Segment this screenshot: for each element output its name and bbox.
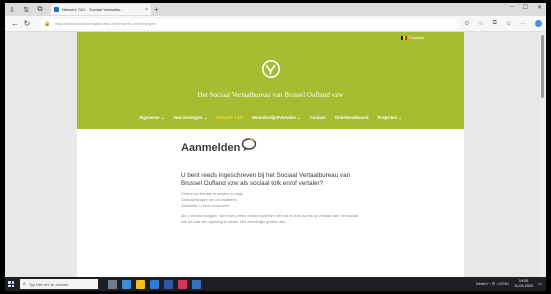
favicon-icon [54, 7, 59, 12]
site-logo-icon[interactable] [261, 59, 281, 79]
website: Français Het Sociaal Vertaalbureau van B… [77, 32, 464, 277]
clock-date: 11-03-2020 [514, 283, 534, 288]
page-scrollbar[interactable] [539, 32, 546, 277]
taskbar-search[interactable]: ⌕ Typ hier om te zoeken [20, 279, 98, 289]
refresh-button[interactable]: ↻ [21, 19, 33, 28]
back-button[interactable]: ← [9, 19, 21, 28]
favorites-icon[interactable]: ✩ [506, 20, 511, 27]
tray-status[interactable]: Nederl ^ ⊡ ◁ ENG [476, 281, 509, 286]
edge-browser-icon[interactable] [122, 279, 131, 289]
favorite-star-icon[interactable]: ☆ [478, 20, 483, 27]
site-header: Français Het Sociaal Vertaalbureau van B… [77, 32, 464, 129]
new-tab-button[interactable]: + [154, 5, 159, 14]
store-icon[interactable] [150, 279, 159, 289]
start-button[interactable] [5, 281, 17, 287]
instruction-line: Voorbeeld: U bent vrouw verbi [181, 204, 230, 209]
file-explorer-icon[interactable] [136, 279, 145, 289]
nav-algemeen[interactable]: Algemeen ⌄ [139, 115, 164, 121]
profile-icon[interactable] [535, 20, 542, 27]
browser-tab[interactable]: Netwerk T&V - Sociaal Vertaalbu... × [51, 4, 151, 15]
collections-icon[interactable]: ⧉ [493, 20, 497, 27]
scrollbar-thumb[interactable] [541, 35, 544, 98]
search-placeholder: Typ hier om te zoeken [28, 281, 69, 287]
nav-netwerk-tv[interactable]: Netwerk T&V [216, 115, 243, 121]
search-icon: ⌕ [23, 281, 26, 287]
windows-taskbar: ⌕ Typ hier om te zoeken Nederl ^ ⊡ ◁ ENG… [5, 277, 546, 291]
notification-icon[interactable]: ▭ [538, 281, 542, 286]
maximize-button[interactable]: ☐ [523, 4, 528, 11]
windows-logo-icon [8, 281, 14, 287]
url-field[interactable]: 🔒 https://www.socialvertaalbureau.be/net… [39, 18, 459, 29]
browser-toolbar-icons: ⊙ ☆ ⧉ ✩ ··· [464, 20, 542, 27]
belgium-flag-icon [400, 35, 407, 40]
speech-bubble-icon [242, 138, 257, 151]
language-switch[interactable]: Français [400, 35, 424, 40]
url-text: https://www.socialvertaalbureau.be/netwe… [54, 21, 157, 26]
close-window-button[interactable]: ✕ [537, 4, 542, 11]
nav-contact[interactable]: Contact [310, 115, 326, 121]
screen: ⇩ ⇅ ⧉ Netwerk T&V - Sociaal Vertaalbu...… [5, 3, 546, 291]
main-navigation: Algemeen ⌄ Voorzieningen ⌄ Netwerk T&V W… [77, 115, 464, 121]
minimize-button[interactable]: – [510, 4, 513, 11]
aanmelden-logo: Aanmelden [181, 136, 361, 160]
read-aloud-icon[interactable]: ⊙ [464, 20, 469, 27]
nav-onbekendwoord[interactable]: Onbekendwoord [335, 115, 369, 121]
window-controls: – ☐ ✕ [510, 4, 542, 11]
page-viewport: Français Het Sociaal Vertaalbureau van B… [5, 32, 546, 277]
mail-icon[interactable] [164, 279, 173, 289]
info-paragraph: Als u niet kan inloggen, dan moet u eers… [181, 214, 358, 225]
nav-projecten[interactable]: Projecten ⌄ [378, 115, 402, 121]
nav-voorzieningen[interactable]: Voorzieningen ⌄ [173, 115, 207, 121]
aanmelden-heading: Aanmelden [181, 142, 241, 154]
login-section: Aanmelden U bent reeds ingeschreven bij … [181, 136, 361, 225]
tab-actions-icon[interactable]: ⇩ [5, 6, 19, 14]
nav-woordenlijst[interactable]: Woordenlijst/Vertalen ⌄ [252, 115, 301, 121]
language-label: Français [408, 35, 424, 40]
media-app-icon[interactable] [178, 279, 187, 289]
registration-question: U bent reeds ingeschreven bij het Sociaa… [181, 172, 351, 187]
tab-close-icon[interactable]: × [145, 7, 148, 13]
tab-history-icon[interactable]: ⇅ [19, 6, 33, 14]
site-title: Het Sociaal Vertaalbureau van Brussel Ou… [197, 91, 344, 99]
browser-tab-strip: ⇩ ⇅ ⧉ Netwerk T&V - Sociaal Vertaalbu...… [5, 3, 546, 16]
more-menu-icon[interactable]: ··· [520, 21, 526, 27]
task-view-icon[interactable] [108, 279, 117, 289]
lock-icon: 🔒 [44, 20, 51, 27]
clock[interactable]: 19:05 11-03-2020 [514, 279, 533, 288]
taskbar-apps [108, 279, 201, 289]
system-tray: Nederl ^ ⊡ ◁ ENG 19:05 11-03-2020 ▭ [476, 279, 542, 288]
tab-title: Netwerk T&V - Sociaal Vertaalbu... [62, 7, 124, 12]
tab-collections-icon[interactable]: ⧉ [33, 6, 47, 14]
photos-icon[interactable] [192, 279, 201, 289]
instruction-lines: Gelieve uw link aan te melden zo volgt: … [181, 191, 361, 209]
address-bar: ← ↻ 🔒 https://www.socialvertaalbureau.be… [5, 16, 546, 32]
